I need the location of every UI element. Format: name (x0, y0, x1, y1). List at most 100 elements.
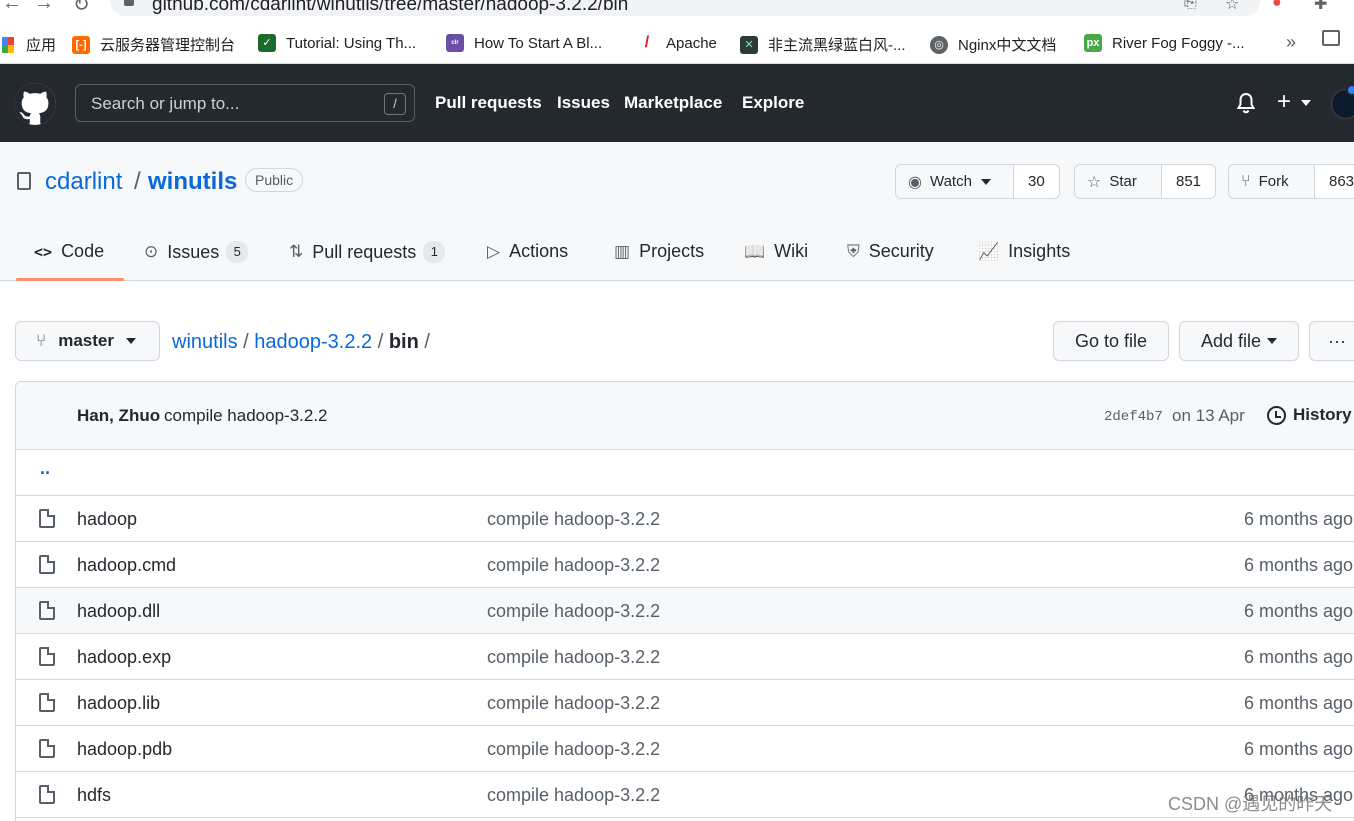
address-url[interactable]: github.com/cdarlint/winutils/tree/master… (152, 0, 628, 16)
tab-label: Security (868, 241, 934, 261)
bookmark-item[interactable]: [-] 云服务器管理控制台 (72, 34, 235, 55)
star-button[interactable]: ☆ Star (1075, 165, 1162, 198)
tab-label: Code (61, 241, 105, 261)
bookmark-item[interactable]: px River Fog Foggy -... (1084, 34, 1245, 52)
bookmark-star-icon[interactable]: ☆ (1225, 0, 1239, 14)
file-name-link[interactable]: hadoop.pdb (77, 739, 172, 760)
add-file-button[interactable]: Add file (1179, 321, 1299, 361)
bookmark-item[interactable]: ✕ 非主流黑绿蓝白风-... (740, 34, 906, 55)
lock-icon (124, 0, 134, 6)
github-logo-icon[interactable] (14, 83, 56, 125)
breadcrumb: winutils / hadoop-3.2.2 / bin / (172, 331, 430, 354)
chevron-down-icon (125, 338, 136, 344)
commit-message[interactable]: compile hadoop-3.2.2 (164, 406, 328, 426)
file-name-link[interactable]: hadoop.exp (77, 647, 171, 668)
file-name-link[interactable]: hadoop.cmd (77, 555, 176, 576)
tab-code[interactable]: <> Code (34, 241, 104, 262)
breadcrumb-separator: / (377, 331, 384, 353)
tab-projects[interactable]: ▥ Projects (614, 241, 704, 262)
reload-icon[interactable]: ↻ (73, 0, 90, 17)
nav-pull-requests[interactable]: Pull requests (435, 93, 542, 113)
watch-button[interactable]: ◉ Watch (896, 165, 1014, 198)
table-row[interactable]: hadoop.pdb compile hadoop-3.2.2 6 months… (16, 726, 1354, 772)
file-commit-message[interactable]: compile hadoop-3.2.2 (487, 785, 660, 806)
back-icon[interactable]: ← (2, 0, 22, 15)
parent-directory-row[interactable]: .. (16, 450, 1354, 496)
tab-actions[interactable]: ▷ Actions (487, 241, 568, 262)
nav-marketplace[interactable]: Marketplace (624, 93, 722, 113)
tab-pull-requests[interactable]: ⇅ Pull requests 1 (289, 241, 446, 263)
search-input[interactable]: Search or jump to... / (75, 84, 415, 122)
fork-count[interactable]: 863 (1315, 165, 1354, 198)
file-icon (39, 509, 55, 528)
table-row[interactable]: hadoop.lib compile hadoop-3.2.2 6 months… (16, 680, 1354, 726)
table-row[interactable]: hdfs compile hadoop-3.2.2 6 months ago (16, 772, 1354, 818)
repo-icon (17, 172, 31, 190)
star-count[interactable]: 851 (1162, 165, 1216, 198)
tab-issues[interactable]: ⊙ Issues 5 (144, 241, 249, 263)
parent-directory-link[interactable]: .. (40, 458, 50, 479)
bookmark-item[interactable]: ◎ Nginx中文文档 (930, 34, 1056, 55)
nav-explore[interactable]: Explore (742, 93, 804, 113)
repo-tabs: <> Code ⊙ Issues 5 ⇅ Pull requests 1 ▷ A… (0, 228, 1354, 281)
file-name-link[interactable]: hdfs (77, 785, 111, 806)
more-options-button[interactable]: ··· (1309, 321, 1354, 361)
file-icon (39, 647, 55, 666)
file-age: 6 months ago (1244, 509, 1354, 529)
bookmarks-overflow-button[interactable]: » (1286, 32, 1296, 53)
file-age: 6 months ago (1244, 739, 1354, 759)
breadcrumb-repo-link[interactable]: winutils (172, 331, 238, 353)
create-new-plus-icon[interactable]: + (1277, 88, 1291, 116)
file-commit-message[interactable]: compile hadoop-3.2.2 (487, 555, 660, 576)
chevron-down-icon (1267, 338, 1278, 344)
file-commit-message[interactable]: compile hadoop-3.2.2 (487, 693, 660, 714)
bookmark-item[interactable]: ✓ Tutorial: Using Th... (258, 34, 416, 52)
file-icon (39, 785, 55, 804)
breadcrumb-folder-link[interactable]: hadoop-3.2.2 (254, 331, 372, 353)
fork-button[interactable]: ⑂ Fork (1229, 165, 1315, 198)
history-button[interactable]: History (1267, 405, 1352, 425)
tab-wiki[interactable]: 📖 Wiki (744, 241, 808, 262)
star-icon: ☆ (1087, 173, 1102, 191)
repo-path-separator: / (134, 168, 141, 195)
github-header: Search or jump to... / Pull requests Iss… (0, 64, 1354, 142)
repo-name-link[interactable]: winutils (148, 168, 237, 196)
file-name-link[interactable]: hadoop.lib (77, 693, 160, 714)
bookmark-item[interactable]: clr How To Start A Bl... (446, 34, 602, 52)
table-row[interactable]: hadoop.dll compile hadoop-3.2.2 6 months… (16, 588, 1354, 634)
pixabay-icon: px (1084, 34, 1102, 52)
file-commit-message[interactable]: compile hadoop-3.2.2 (487, 647, 660, 668)
issues-count-badge: 5 (226, 241, 249, 263)
repo-owner-link[interactable]: cdarlint (45, 168, 122, 196)
go-to-file-button[interactable]: Go to file (1053, 321, 1169, 361)
notifications-bell-icon[interactable] (1236, 92, 1256, 114)
cross-grid-icon: ✕ (740, 35, 758, 54)
tab-security[interactable]: ⛨ Security (847, 241, 934, 262)
file-name-link[interactable]: hadoop (77, 509, 137, 530)
tab-insights[interactable]: 📈 Insights (978, 241, 1070, 262)
reading-list-icon[interactable] (1322, 30, 1340, 46)
commit-sha[interactable]: 2def4b7 (1104, 409, 1163, 425)
browser-toolbar: ← → ↻ github.com/cdarlint/winutils/tree/… (0, 0, 1354, 20)
table-row[interactable]: hadoop.cmd compile hadoop-3.2.2 6 months… (16, 542, 1354, 588)
file-name-link[interactable]: hadoop.dll (77, 601, 160, 622)
nav-issues[interactable]: Issues (557, 93, 610, 113)
commit-author[interactable]: Han, Zhuo (77, 406, 160, 426)
file-commit-message[interactable]: compile hadoop-3.2.2 (487, 739, 660, 760)
fork-icon: ⑂ (1241, 172, 1251, 190)
table-row[interactable]: hadoop compile hadoop-3.2.2 6 months ago (16, 496, 1354, 542)
search-placeholder: Search or jump to... (91, 94, 240, 113)
watch-count[interactable]: 30 (1014, 165, 1059, 198)
branch-selector[interactable]: ⑂ master (15, 321, 160, 361)
star-label: Star (1109, 173, 1137, 190)
file-commit-message[interactable]: compile hadoop-3.2.2 (487, 601, 660, 622)
bookmark-item[interactable]: / Apache (638, 34, 717, 52)
forward-icon[interactable]: → (34, 0, 54, 15)
extensions-puzzle-icon[interactable]: ✚ (1314, 0, 1327, 14)
bookmark-item[interactable]: 应用 (2, 34, 56, 55)
table-row[interactable]: hadoop.exp compile hadoop-3.2.2 6 months… (16, 634, 1354, 680)
extension-icon[interactable]: ● (1272, 0, 1282, 12)
create-new-caret-icon[interactable] (1301, 100, 1311, 106)
translate-icon[interactable]: ⎘ (1184, 0, 1197, 12)
file-commit-message[interactable]: compile hadoop-3.2.2 (487, 509, 660, 530)
